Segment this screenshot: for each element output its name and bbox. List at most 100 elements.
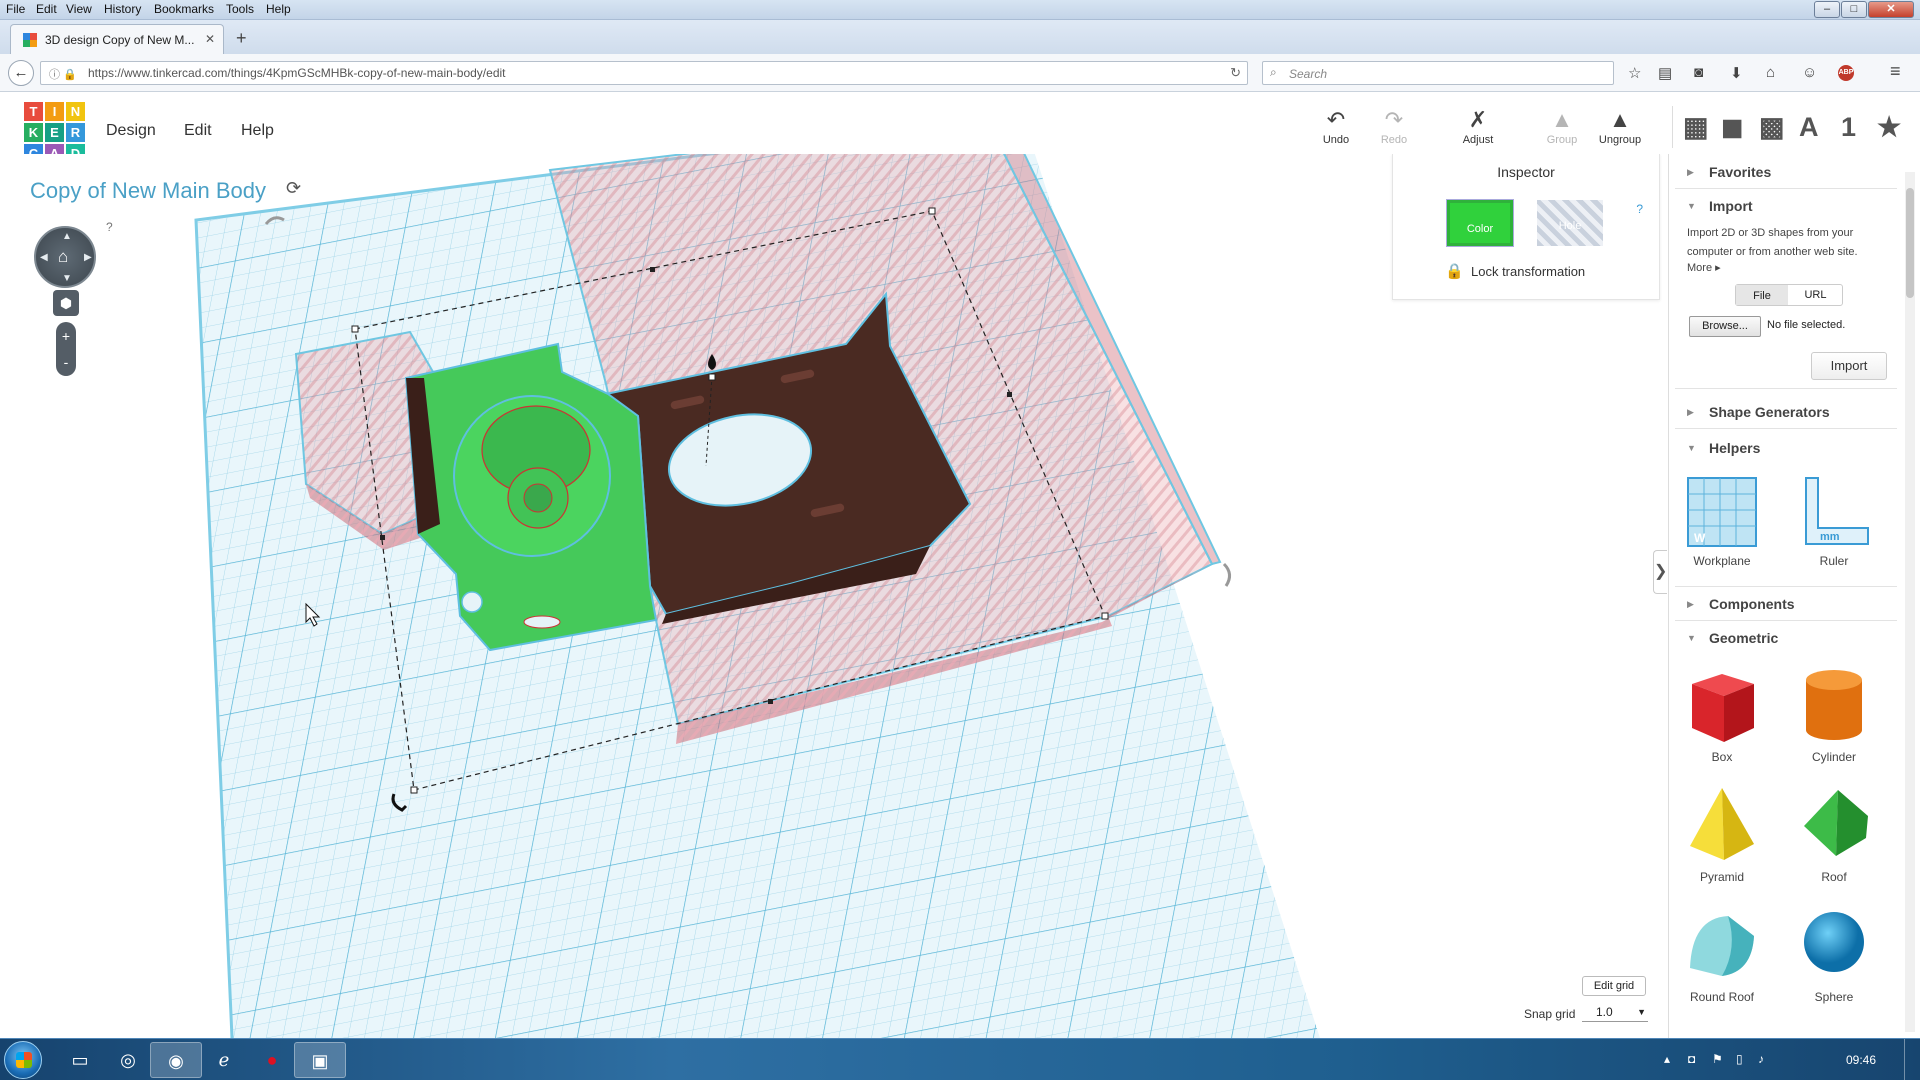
start-button[interactable] bbox=[4, 1041, 42, 1079]
collapse-panel-icon[interactable]: ❯ bbox=[1653, 550, 1667, 594]
menu-file[interactable]: File bbox=[6, 2, 25, 16]
downloads-icon[interactable]: ⬇ bbox=[1730, 64, 1743, 82]
lock-transformation-label[interactable]: Lock transformation bbox=[1471, 264, 1585, 279]
resize-handle[interactable] bbox=[1101, 612, 1109, 620]
menu-history[interactable]: History bbox=[104, 2, 141, 16]
menu-help-app[interactable]: Help bbox=[241, 122, 274, 140]
color-button[interactable]: Color bbox=[1446, 199, 1514, 247]
tab-file[interactable]: File bbox=[1736, 285, 1788, 305]
media-icon[interactable]: ● bbox=[246, 1042, 298, 1078]
resize-handle[interactable] bbox=[928, 207, 936, 215]
view-help-icon[interactable]: ? bbox=[106, 220, 113, 234]
round-roof-tile[interactable]: Round Roof bbox=[1677, 902, 1767, 1004]
reading-list-icon[interactable]: ▤ bbox=[1658, 64, 1672, 82]
orbit-up-icon[interactable]: ▲ bbox=[62, 231, 72, 242]
edit-grid-button[interactable]: Edit grid bbox=[1582, 976, 1646, 996]
pyramid-tile[interactable]: Pyramid bbox=[1677, 782, 1767, 884]
hole-button[interactable]: Hole bbox=[1537, 200, 1603, 246]
tab-url[interactable]: URL bbox=[1789, 285, 1842, 305]
import-more-link[interactable]: More ▸ bbox=[1687, 261, 1721, 274]
height-handle[interactable] bbox=[708, 373, 716, 381]
snap-grid-select[interactable]: 1.0 ▼ bbox=[1582, 1002, 1648, 1022]
explorer-icon[interactable]: ▭ bbox=[54, 1042, 106, 1078]
tray-expand-icon[interactable]: ▴ bbox=[1664, 1052, 1670, 1066]
home-icon[interactable]: ⌂ bbox=[1766, 64, 1775, 81]
site-info-icon[interactable]: ⓘ 🔒 bbox=[49, 66, 77, 82]
adblock-icon[interactable]: ABP bbox=[1838, 65, 1854, 81]
orbit-right-icon[interactable]: ▶ bbox=[84, 252, 92, 263]
design-title[interactable]: Copy of New Main Body bbox=[30, 178, 266, 204]
ungroup-button[interactable]: ▲ Ungroup bbox=[1590, 107, 1650, 146]
ruler-tile[interactable]: mm Ruler bbox=[1789, 474, 1879, 568]
menu-bookmarks[interactable]: Bookmarks bbox=[154, 2, 214, 16]
maximize-button[interactable]: □ bbox=[1841, 1, 1867, 18]
chat-icon[interactable]: ☺ bbox=[1802, 64, 1817, 81]
app-window-icon[interactable]: ▣ bbox=[294, 1042, 346, 1078]
url-bar[interactable]: ⓘ 🔒 https://www.tinkercad.com/things/4Kp… bbox=[40, 61, 1248, 85]
workplane-tile[interactable]: W Workplane bbox=[1677, 474, 1767, 568]
firefox-icon[interactable]: ◉ bbox=[150, 1042, 202, 1078]
group-button[interactable]: ▲ Group bbox=[1532, 107, 1592, 146]
zoom-in-button[interactable]: + bbox=[56, 326, 76, 346]
library-scrollbar[interactable] bbox=[1905, 172, 1915, 1032]
roof-tile[interactable]: Roof bbox=[1789, 782, 1879, 884]
rotate-handle[interactable] bbox=[1222, 562, 1231, 587]
menu-edit-app[interactable]: Edit bbox=[184, 122, 212, 140]
text-tool-icon[interactable]: A bbox=[1799, 112, 1819, 143]
fit-view-button[interactable]: ⬢ bbox=[53, 290, 79, 316]
menu-edit[interactable]: Edit bbox=[36, 2, 57, 16]
resize-handle[interactable] bbox=[351, 325, 359, 333]
tray-flag-icon[interactable]: ⚑ bbox=[1712, 1052, 1723, 1066]
adjust-button[interactable]: ✗ Adjust bbox=[1448, 107, 1508, 146]
orbit-down-icon[interactable]: ▼ bbox=[62, 273, 72, 284]
rename-icon[interactable]: ⟳ bbox=[286, 178, 301, 199]
window-close-button[interactable]: ✕ bbox=[1868, 1, 1914, 18]
resize-handle[interactable] bbox=[1007, 392, 1012, 397]
inspector-help-icon[interactable]: ? bbox=[1636, 202, 1643, 216]
browser-tab-active[interactable]: 3D design Copy of New M... ✕ bbox=[10, 24, 224, 55]
hamburger-menu-icon[interactable]: ≡ bbox=[1890, 61, 1901, 82]
box-tile[interactable]: Box bbox=[1677, 662, 1767, 764]
tray-volume-icon[interactable]: ♪ bbox=[1758, 1052, 1764, 1066]
reload-icon[interactable]: ↻ bbox=[1230, 65, 1241, 81]
home-view-icon[interactable]: ⌂ bbox=[58, 247, 68, 267]
tray-network-icon[interactable]: ◘ bbox=[1688, 1052, 1695, 1066]
3d-workspace[interactable]: Copy of New Main Body ⟳ ▲ ▼ ◀ ▶ ⌂ ? ⬢ + … bbox=[10, 154, 1662, 1038]
tray-battery-icon[interactable]: ▯ bbox=[1736, 1052, 1743, 1066]
resize-handle[interactable] bbox=[410, 786, 418, 794]
minimize-button[interactable]: – bbox=[1814, 1, 1840, 18]
orbit-left-icon[interactable]: ◀ bbox=[40, 252, 48, 263]
url-text[interactable]: https://www.tinkercad.com/things/4KpmGSc… bbox=[88, 66, 506, 80]
resize-handle[interactable] bbox=[650, 267, 655, 272]
resize-handle[interactable] bbox=[768, 699, 773, 704]
taskbar-clock[interactable]: 09:46 bbox=[1846, 1053, 1876, 1067]
tab-close-icon[interactable]: ✕ bbox=[205, 32, 215, 46]
cylinder-tile[interactable]: Cylinder bbox=[1789, 662, 1879, 764]
search-input[interactable]: ⌕ Search bbox=[1262, 61, 1614, 85]
cube-view-icon[interactable]: ◼ bbox=[1721, 112, 1743, 143]
number-tool-icon[interactable]: 1 bbox=[1841, 112, 1856, 143]
menu-view[interactable]: View bbox=[66, 2, 92, 16]
bookmark-star-icon[interactable]: ☆ bbox=[1628, 64, 1641, 82]
ie-icon[interactable]: ℯ bbox=[198, 1042, 250, 1078]
sphere-tile[interactable]: Sphere bbox=[1789, 902, 1879, 1004]
workplane-view-icon[interactable]: ▦ bbox=[1683, 112, 1709, 143]
back-button[interactable]: ← bbox=[8, 60, 34, 86]
show-desktop-button[interactable] bbox=[1904, 1039, 1920, 1080]
scrollbar-thumb[interactable] bbox=[1906, 188, 1914, 298]
favorites-star-icon[interactable]: ★ bbox=[1877, 112, 1901, 143]
wireframe-view-icon[interactable]: ▩ bbox=[1759, 112, 1785, 143]
menu-help[interactable]: Help bbox=[266, 2, 291, 16]
menu-design[interactable]: Design bbox=[106, 122, 156, 140]
orbit-control[interactable]: ▲ ▼ ◀ ▶ ⌂ bbox=[34, 226, 96, 288]
redo-button[interactable]: ↷ Redo bbox=[1364, 107, 1424, 146]
menu-tools[interactable]: Tools bbox=[226, 2, 254, 16]
pocket-icon[interactable]: ◙ bbox=[1694, 64, 1703, 81]
chrome-icon[interactable]: ◎ bbox=[102, 1042, 154, 1078]
undo-button[interactable]: ↶ Undo bbox=[1306, 107, 1366, 146]
new-tab-button[interactable]: + bbox=[236, 28, 247, 49]
resize-handle[interactable] bbox=[380, 535, 385, 540]
zoom-out-button[interactable]: - bbox=[56, 352, 76, 372]
import-button[interactable]: Import bbox=[1811, 352, 1887, 380]
lock-icon[interactable]: 🔒 bbox=[1445, 262, 1464, 280]
